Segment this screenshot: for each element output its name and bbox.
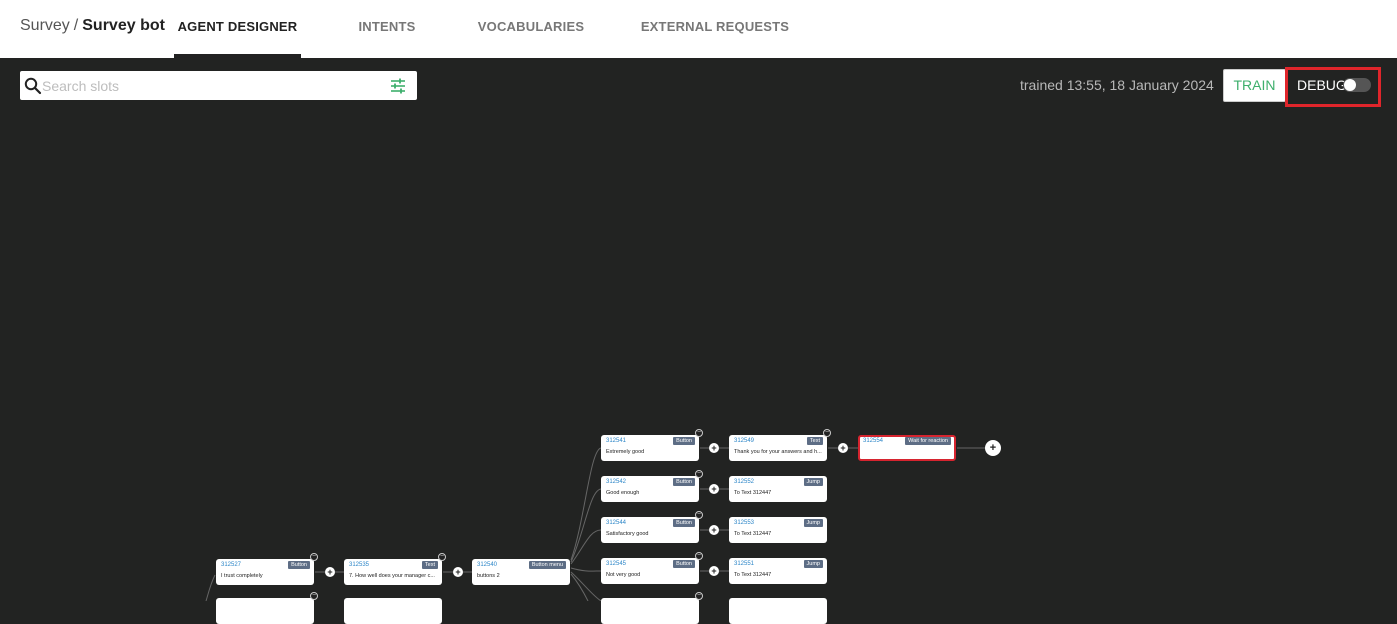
node-id: 312549 (734, 438, 755, 444)
node-type-badge: Wait for reaction (905, 437, 951, 445)
node-text: Good enough (606, 490, 640, 496)
node-type-badge: Button (673, 478, 695, 486)
add-node-icon[interactable]: + (709, 484, 719, 494)
node-type-badge: Button (673, 560, 695, 568)
node-text: Not very good (606, 572, 641, 578)
add-node-icon[interactable]: + (985, 440, 1001, 456)
node-text: I trust completely (221, 573, 263, 579)
flow-node-wait-for-reaction[interactable]: 312554 Wait for reaction (858, 435, 956, 461)
flow-node-jump[interactable]: 312553 Jump To Text 312447 (729, 517, 827, 543)
collapse-icon[interactable]: − (695, 429, 703, 437)
flow-node-button[interactable]: 312542 Button Good enough − (601, 470, 703, 502)
flow-node-button[interactable]: 312544 Button Satisfactory good − (601, 511, 703, 543)
collapse-icon[interactable]: − (695, 511, 703, 519)
collapse-icon[interactable]: − (310, 592, 318, 600)
node-text: To Text 312447 (734, 490, 772, 496)
collapse-icon[interactable]: − (695, 552, 703, 560)
flow-node-text[interactable]: 312549 Text Thank you for your answers a… (729, 429, 831, 461)
flow-node-partial[interactable]: − (216, 592, 318, 624)
node-id: 312540 (477, 562, 498, 568)
collapse-icon[interactable]: − (310, 553, 318, 561)
flow-node-jump[interactable]: 312551 Jump To Text 312447 (729, 558, 827, 584)
flow-node-partial[interactable] (729, 598, 827, 624)
node-type-badge: Jump (803, 560, 823, 568)
flow-node-partial[interactable]: − (601, 592, 703, 624)
flow-node-text[interactable]: 312535 Text 7. How well does your manage… (344, 553, 446, 585)
node-id: 312554 (863, 438, 884, 444)
node-id: 312527 (221, 562, 242, 568)
add-node-icon[interactable]: + (453, 567, 463, 577)
flow-node-button[interactable]: 312545 Button Not very good − (601, 552, 703, 584)
node-id: 312542 (606, 479, 627, 485)
add-node-icon[interactable]: + (709, 525, 719, 535)
collapse-icon[interactable]: − (695, 470, 703, 478)
node-type-badge: Text (421, 561, 438, 569)
flow-node-button-menu[interactable]: 312540 Button menu buttons 2 (472, 559, 570, 585)
node-id: 312544 (606, 520, 627, 526)
node-text: Extremely good (606, 449, 645, 455)
collapse-icon[interactable]: − (438, 553, 446, 561)
node-text: 7. How well does your manager c... (349, 573, 435, 579)
add-node-icon[interactable]: + (709, 443, 719, 453)
node-type-badge: Button (288, 561, 310, 569)
flow-node-button[interactable]: 312527 Button I trust completely − (216, 553, 318, 585)
node-type-badge: Button (673, 437, 695, 445)
node-id: 312551 (734, 561, 755, 567)
add-node-icon[interactable]: + (709, 566, 719, 576)
node-type-badge: Button menu (528, 561, 566, 569)
flow-node-partial[interactable] (344, 598, 442, 624)
node-id: 312545 (606, 561, 627, 567)
node-type-badge: Jump (803, 478, 823, 486)
node-id: 312552 (734, 479, 755, 485)
collapse-icon[interactable]: − (695, 592, 703, 600)
node-id: 312553 (734, 520, 755, 526)
node-id: 312541 (606, 438, 627, 444)
add-node-icon[interactable]: + (325, 567, 335, 577)
node-type-badge: Jump (803, 519, 823, 527)
node-text: Satisfactory good (606, 531, 649, 537)
node-text: Thank you for your answers and h... (734, 449, 822, 455)
node-type-badge: Text (806, 437, 823, 445)
add-node-icon[interactable]: + (838, 443, 848, 453)
flow-node-button[interactable]: 312541 Button Extremely good − (601, 429, 703, 461)
node-text: buttons 2 (477, 573, 500, 579)
node-id: 312535 (349, 562, 370, 568)
flow-node-jump[interactable]: 312552 Jump To Text 312447 (729, 476, 827, 502)
node-text: To Text 312447 (734, 531, 772, 537)
node-text: To Text 312447 (734, 572, 772, 578)
collapse-icon[interactable]: − (823, 429, 831, 437)
node-type-badge: Button (673, 519, 695, 527)
